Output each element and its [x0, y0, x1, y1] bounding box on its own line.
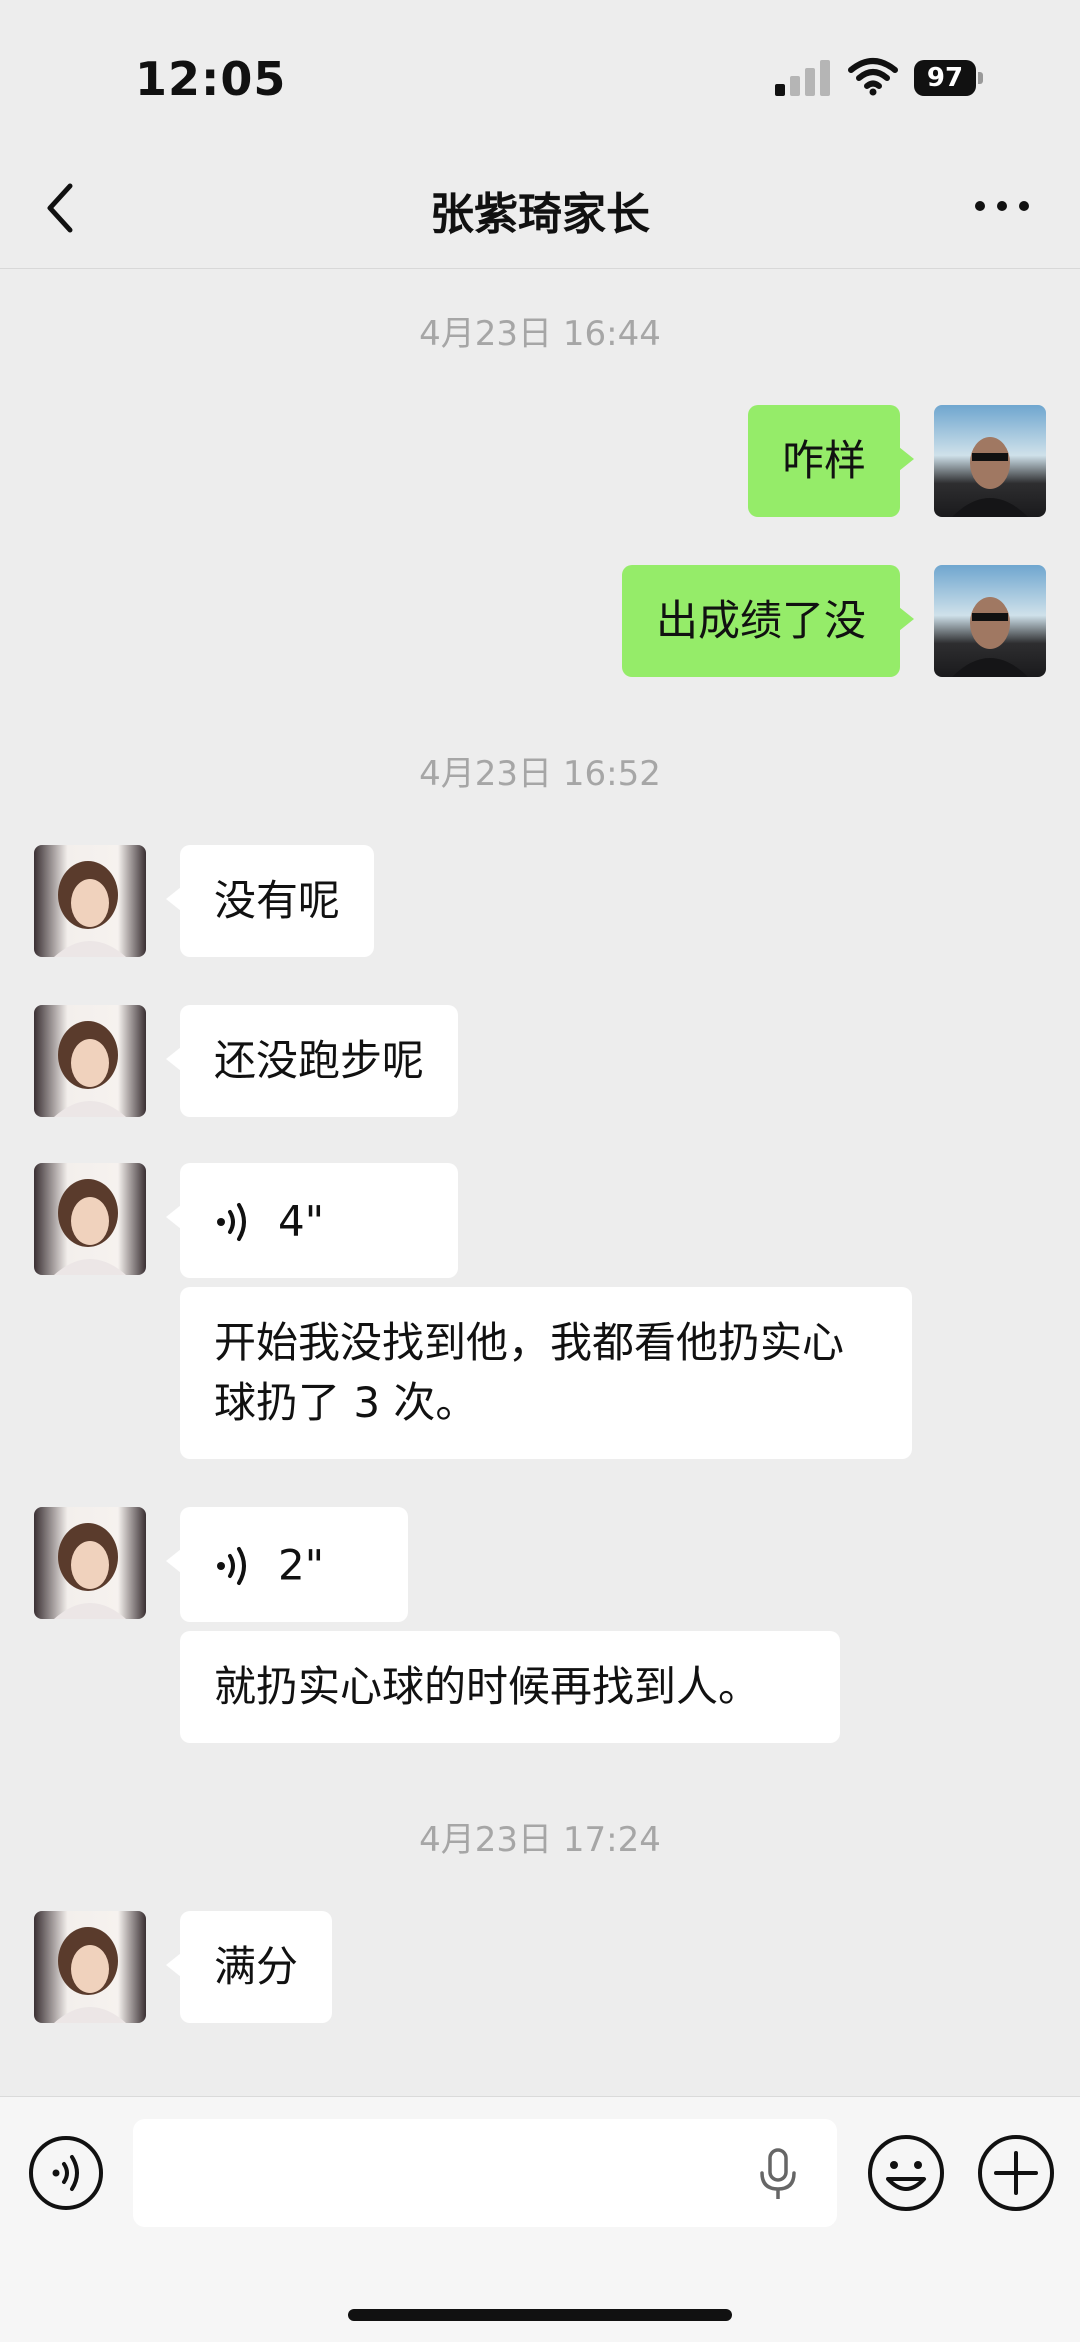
timestamp: 4月23日 17:24: [419, 1820, 661, 1860]
message-bubble-incoming[interactable]: 就扔实心球的时候再找到人。: [180, 1631, 840, 1743]
more-icon[interactable]: [972, 186, 1032, 226]
message-bubble-incoming[interactable]: 没有呢: [165, 845, 375, 957]
status-bar: 12:05 97: [0, 0, 1080, 150]
chat-title: 张紫琦家长: [430, 189, 650, 240]
message-bubble-outgoing[interactable]: 出成绩了没: [621, 565, 915, 677]
contact-avatar[interactable]: [34, 1005, 146, 1117]
message-input[interactable]: [133, 2119, 837, 2227]
home-indicator: [348, 2309, 732, 2321]
status-time: 12:05: [135, 52, 287, 106]
voice-message[interactable]: 2": [166, 1507, 408, 1622]
message-bubble-outgoing[interactable]: 咋样: [747, 405, 915, 517]
mic-icon[interactable]: [755, 2147, 801, 2203]
chat-header: 张紫琦家长: [0, 150, 1080, 269]
message-text: 满分: [214, 1942, 299, 1991]
input-bar: [0, 2096, 1080, 2342]
voice-duration: 4": [278, 1196, 325, 1246]
wifi-icon: [848, 58, 898, 96]
contact-avatar[interactable]: [34, 845, 146, 957]
message-bubble-incoming[interactable]: 开始我没找到他，我都看他扔实心球扔了 3 次。: [180, 1287, 912, 1459]
my-avatar[interactable]: [934, 405, 1046, 517]
my-avatar[interactable]: [934, 565, 1046, 677]
signal-icon: [775, 60, 831, 96]
contact-avatar[interactable]: [34, 1911, 146, 2023]
message-text: 咋样: [781, 436, 866, 485]
contact-avatar[interactable]: [34, 1163, 146, 1275]
voice-message[interactable]: 4": [166, 1163, 458, 1278]
voice-duration: 2": [278, 1540, 325, 1590]
message-text: 还没跑步呢: [214, 1036, 425, 1085]
battery-icon: 97: [914, 60, 984, 96]
message-bubble-incoming[interactable]: 满分: [165, 1911, 333, 2023]
message-text: 就扔实心球的时候再找到人。: [214, 1662, 761, 1711]
voice-message-icon: [217, 1202, 246, 1241]
contact-avatar[interactable]: [34, 1507, 146, 1619]
voice-message-icon: [217, 1546, 246, 1585]
back-icon[interactable]: [40, 180, 80, 236]
message-text: 开始我没找到他，我都看他扔实心球扔了 3 次。: [214, 1318, 845, 1427]
message-text: 出成绩了没: [655, 596, 866, 645]
plus-icon[interactable]: [976, 2133, 1056, 2213]
emoji-icon[interactable]: [866, 2133, 946, 2213]
message-bubble-incoming[interactable]: 还没跑步呢: [165, 1005, 459, 1117]
timestamp: 4月23日 16:52: [419, 754, 661, 794]
battery-level: 97: [914, 60, 976, 96]
voice-toggle-icon[interactable]: [28, 2135, 104, 2211]
message-text: 没有呢: [214, 876, 341, 925]
timestamp: 4月23日 16:44: [419, 314, 661, 354]
